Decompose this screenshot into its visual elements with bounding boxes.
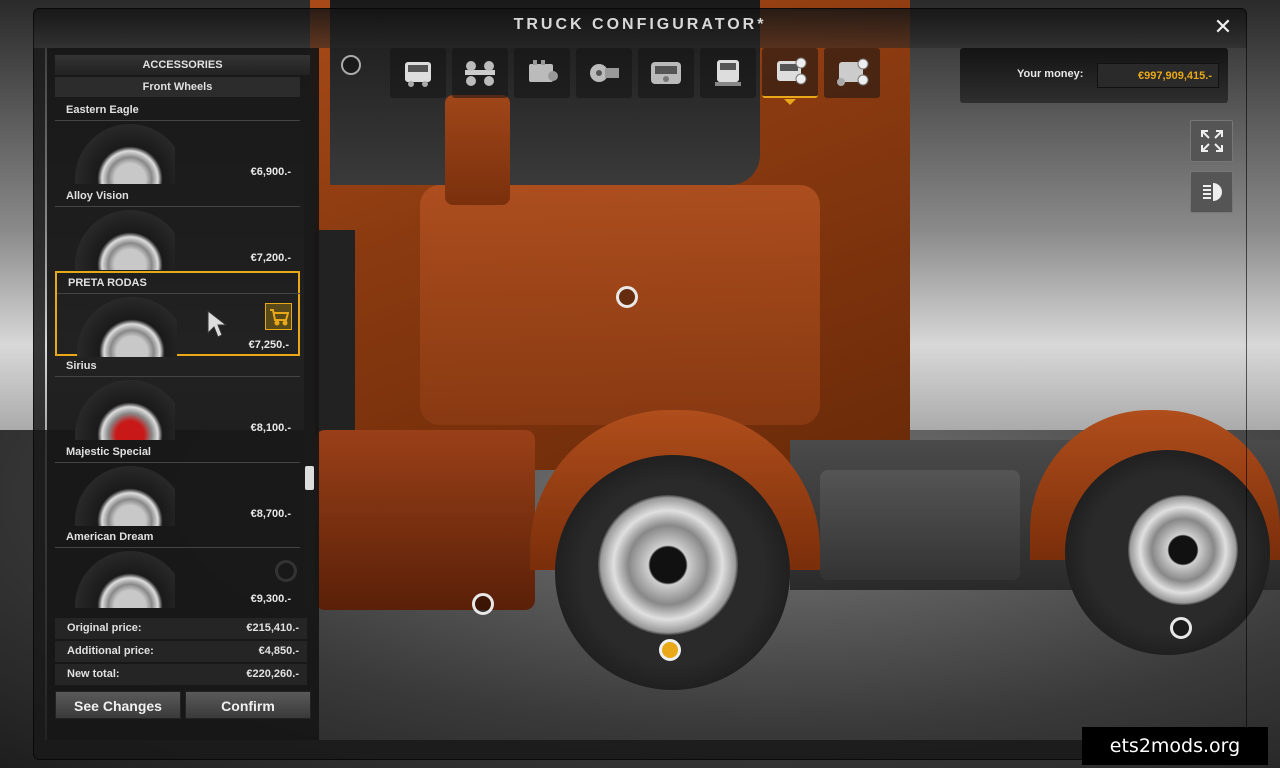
category-accessories-button[interactable] [762, 48, 818, 105]
buy-button[interactable] [265, 303, 292, 330]
wheel-thumbnail [75, 551, 175, 608]
bumper-hotspot[interactable] [472, 593, 494, 615]
truck-bumper [315, 430, 535, 610]
lights-button[interactable] [1190, 171, 1233, 213]
engine-icon [529, 60, 558, 82]
list-hotspot[interactable] [275, 560, 297, 582]
frame-bottom [33, 740, 1247, 760]
list-item[interactable]: Eastern Eagle €6,900.- [55, 100, 300, 185]
list-item[interactable]: American Dream €9,300.- [55, 527, 300, 608]
item-name: Alloy Vision [66, 190, 129, 202]
door-hotspot[interactable] [616, 286, 638, 308]
cart-icon [269, 308, 289, 325]
item-price: €8,100.- [250, 422, 291, 434]
category-engine-button[interactable] [514, 48, 570, 98]
headlight-icon [1202, 183, 1222, 201]
new-total-row: New total: €220,260.- [55, 664, 307, 685]
fuel-tank [820, 470, 1020, 580]
wheel-thumbnail [75, 210, 175, 270]
additional-price-label: Additional price: [67, 645, 154, 657]
confirm-button[interactable]: Confirm [185, 691, 311, 719]
additional-price-value: €4,850.- [258, 645, 299, 657]
fullscreen-button[interactable] [1190, 120, 1233, 162]
original-price-label: Original price: [67, 622, 142, 634]
new-total-label: New total: [67, 668, 120, 680]
divider [55, 120, 300, 121]
panel-subheader: Front Wheels [55, 77, 300, 97]
window-title: TRUCK CONFIGURATOR* [513, 16, 767, 33]
rear-wheel-hotspot[interactable] [1170, 617, 1192, 639]
wheel-thumbnail [75, 380, 175, 440]
divider [55, 206, 300, 207]
truck-mirror [445, 95, 510, 205]
item-name: Eastern Eagle [66, 104, 139, 116]
truck-accessories-icon [777, 57, 807, 85]
chassis-icon [465, 61, 495, 86]
truck-parts-icon [837, 58, 869, 86]
item-name: Majestic Special [66, 446, 151, 458]
list-item[interactable]: Alloy Vision €7,200.- [55, 186, 300, 271]
panel-header: ACCESSORIES [55, 55, 310, 75]
item-name: PRETA RODAS [68, 277, 147, 289]
category-accessories-2-button[interactable] [824, 48, 880, 98]
wheel-thumbnail [75, 466, 175, 526]
category-transmission-button[interactable] [576, 48, 632, 98]
close-button[interactable]: ✕ [1212, 16, 1234, 38]
new-total-value: €220,260.- [246, 668, 299, 680]
list-item[interactable]: Sirius €8,100.- [55, 356, 300, 441]
wheel-thumbnail [75, 124, 175, 184]
list-item-selected[interactable]: PRETA RODAS €7,250.- [55, 271, 300, 357]
category-toolbar [390, 48, 880, 105]
divider [55, 376, 300, 377]
frame-left [33, 48, 45, 740]
scroll-thumb[interactable] [305, 466, 314, 490]
item-name: American Dream [66, 531, 154, 543]
item-price: €7,200.- [250, 252, 291, 264]
rear-rim [1128, 495, 1238, 605]
category-paint-button[interactable] [700, 48, 756, 98]
list-scrollbar[interactable] [304, 100, 314, 608]
list-item[interactable]: Majestic Special €8,700.- [55, 442, 300, 527]
divider [57, 293, 300, 294]
truck-front-icon [715, 60, 741, 86]
divider [55, 547, 300, 548]
wheel-thumbnail [77, 297, 177, 357]
expand-icon [1200, 130, 1223, 152]
item-price: €6,900.- [250, 166, 291, 178]
front-rim [598, 495, 738, 635]
front-wheel-hotspot[interactable] [659, 639, 681, 661]
category-cab-button[interactable] [390, 48, 446, 98]
camera-hotspot[interactable] [341, 55, 361, 75]
item-price: €7,250.- [248, 339, 289, 351]
category-interior-button[interactable] [638, 48, 694, 98]
money-value: €997,909,415.- [1097, 63, 1219, 88]
truck-cab-icon [405, 62, 431, 87]
additional-price-row: Additional price: €4,850.- [55, 641, 307, 662]
mouse-cursor-icon [207, 310, 227, 338]
divider [55, 462, 300, 463]
item-name: Sirius [66, 360, 97, 372]
interior-icon [651, 62, 681, 84]
transmission-icon [590, 64, 619, 82]
watermark: ets2mods.org [1082, 727, 1268, 765]
wheel-list: Eastern Eagle €6,900.- Alloy Vision €7,2… [55, 100, 300, 608]
original-price-value: €215,410.- [246, 622, 299, 634]
original-price-row: Original price: €215,410.- [55, 618, 307, 639]
item-price: €9,300.- [250, 593, 291, 605]
item-price: €8,700.- [250, 508, 291, 520]
see-changes-button[interactable]: See Changes [55, 691, 181, 719]
money-label: Your money: [1017, 68, 1084, 80]
category-chassis-button[interactable] [452, 48, 508, 98]
